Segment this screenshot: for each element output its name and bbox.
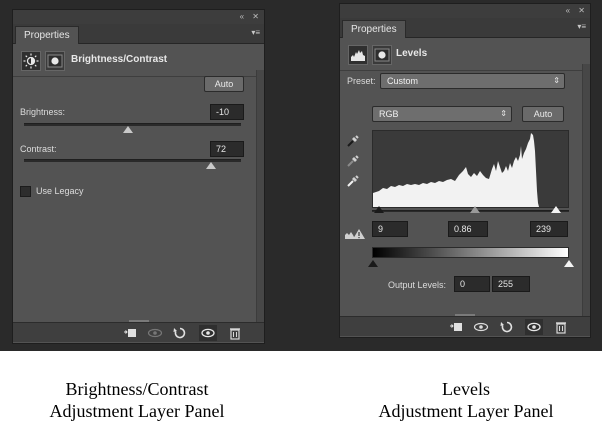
channel-value: RGB <box>379 109 399 119</box>
output-levels-label: Output Levels: <box>388 280 447 290</box>
panel-menu-button[interactable]: ▾≡ <box>572 22 586 32</box>
input-black-slider[interactable] <box>374 206 384 213</box>
panel-footer <box>340 314 590 336</box>
tab-properties[interactable]: Properties <box>342 20 406 38</box>
close-panel-button[interactable]: ✕ <box>578 6 585 15</box>
auto-button[interactable]: Auto <box>204 76 244 92</box>
panel-scrollbar[interactable] <box>256 70 264 322</box>
resize-grip[interactable] <box>455 314 475 316</box>
panel-header-title: Levels <box>396 48 428 59</box>
output-gradient-bar <box>372 247 569 258</box>
brightness-label: Brightness: <box>20 107 66 117</box>
view-previous-icon[interactable] <box>473 320 489 334</box>
input-gamma-slider[interactable] <box>470 206 480 213</box>
panel-top-strip: « ✕ <box>340 4 590 18</box>
dropdown-arrow-icon: ⇕ <box>500 109 507 118</box>
right-caption-line1: Levels <box>442 379 490 399</box>
eye-icon[interactable] <box>525 319 543 335</box>
trash-icon[interactable] <box>554 320 568 334</box>
panel-header-title: Brightness/Contrast <box>71 54 168 65</box>
right-caption-line2: Adjustment Layer Panel <box>378 401 554 421</box>
mask-icon[interactable] <box>45 51 65 71</box>
panel-footer <box>13 320 264 342</box>
channel-dropdown[interactable]: RGB ⇕ <box>372 106 512 122</box>
output-black-field[interactable]: 0 <box>454 276 490 292</box>
contrast-label: Contrast: <box>20 144 57 154</box>
input-white-slider[interactable] <box>551 206 561 213</box>
brightness-contrast-panel: « ✕ Properties ▾≡ Brightness/Contrast Au… <box>12 9 265 344</box>
input-gamma-field[interactable]: 0.86 <box>448 221 488 237</box>
contrast-slider-thumb[interactable] <box>205 162 216 169</box>
black-point-eyedropper-icon[interactable] <box>346 134 360 148</box>
clip-to-layer-icon[interactable] <box>123 326 137 340</box>
adjustment-icon[interactable] <box>21 51 41 71</box>
reset-icon[interactable] <box>500 320 514 334</box>
preset-dropdown[interactable]: Custom ⇕ <box>380 73 565 89</box>
panel-top-strip: « ✕ <box>13 10 264 24</box>
clip-to-layer-icon[interactable] <box>449 320 463 334</box>
panel-tab-bar: Properties ▾≡ <box>340 18 590 38</box>
mask-icon[interactable] <box>372 45 392 65</box>
trash-icon[interactable] <box>228 326 242 340</box>
tab-properties[interactable]: Properties <box>15 26 79 44</box>
collapse-panel-button[interactable]: « <box>566 6 570 15</box>
close-panel-button[interactable]: ✕ <box>252 12 259 21</box>
histogram-panel <box>372 130 569 208</box>
levels-icon[interactable] <box>348 45 368 65</box>
white-point-eyedropper-icon[interactable] <box>346 174 360 188</box>
adjustment-header: Levels <box>340 39 590 71</box>
auto-button[interactable]: Auto <box>522 106 564 122</box>
dropdown-arrow-icon: ⇕ <box>553 76 560 85</box>
levels-panel: « ✕ Properties ▾≡ Levels Preset: Custom … <box>339 3 591 338</box>
output-white-slider[interactable] <box>564 260 574 267</box>
view-previous-icon[interactable] <box>147 326 163 340</box>
adjustment-header: Brightness/Contrast <box>13 45 264 77</box>
left-caption-line1: Brightness/Contrast <box>65 379 209 399</box>
left-caption: Brightness/Contrast Adjustment Layer Pan… <box>17 378 257 422</box>
left-caption-line2: Adjustment Layer Panel <box>49 401 225 421</box>
eye-icon[interactable] <box>199 325 217 341</box>
contrast-value-input[interactable]: 72 <box>210 141 244 157</box>
right-caption: Levels Adjustment Layer Panel <box>346 378 586 422</box>
clipping-warning-icon[interactable] <box>344 227 366 241</box>
output-black-slider[interactable] <box>368 260 378 267</box>
panel-scrollbar[interactable] <box>582 64 590 316</box>
input-white-field[interactable]: 239 <box>530 221 568 237</box>
reset-icon[interactable] <box>173 326 187 340</box>
histogram-graph <box>373 133 539 207</box>
panel-menu-button[interactable]: ▾≡ <box>246 28 260 38</box>
preset-value: Custom <box>387 76 419 86</box>
use-legacy-label: Use Legacy <box>36 186 84 196</box>
collapse-panel-button[interactable]: « <box>240 12 244 21</box>
output-white-field[interactable]: 255 <box>492 276 530 292</box>
preset-label: Preset: <box>347 76 376 86</box>
brightness-slider-thumb[interactable] <box>123 126 134 133</box>
resize-grip[interactable] <box>128 320 149 322</box>
panel-tab-bar: Properties ▾≡ <box>13 24 264 44</box>
gray-point-eyedropper-icon[interactable] <box>346 154 360 168</box>
use-legacy-checkbox[interactable] <box>20 186 31 197</box>
brightness-value-input[interactable]: -10 <box>210 104 244 120</box>
input-black-field[interactable]: 9 <box>372 221 408 237</box>
